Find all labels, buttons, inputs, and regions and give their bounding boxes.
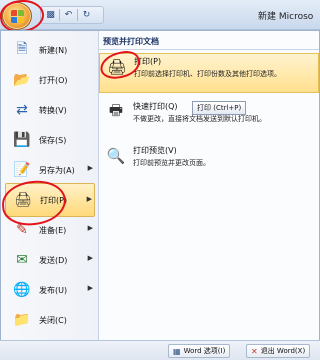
menu-item-save-as[interactable]: 📝 另存为(A) ▶: [5, 155, 95, 185]
open-folder-icon: 📂: [13, 72, 31, 88]
window-title: 新建 Microso: [258, 12, 314, 22]
shortcut-tooltip: 打印 (Ctrl+P): [192, 101, 247, 115]
print-submenu-pane: 预览并打印文档 🖨 打印(P) 打印前选择打印机、打印份数及其他打印选项。 🖶 …: [99, 31, 319, 341]
submenu-arrow-icon: ▶: [87, 284, 93, 292]
undo-icon[interactable]: ↶: [62, 9, 75, 22]
exit-icon: ✕: [251, 346, 258, 356]
menu-footer: ▦ Word 选项(I) ✕ 退出 Word(X): [0, 340, 320, 360]
exit-word-button[interactable]: ✕ 退出 Word(X): [246, 344, 311, 358]
quick-print-icon: 🖶: [108, 100, 124, 119]
options-icon: ▦: [173, 346, 181, 356]
qat-separator: [77, 9, 78, 21]
qat-separator: [59, 9, 60, 21]
new-doc-icon: 🗎: [16, 41, 28, 57]
menu-item-save[interactable]: 💾 保存(S): [5, 125, 95, 155]
menu-item-new[interactable]: 🗎 新建(N): [5, 35, 95, 65]
submenu-arrow-icon: ▶: [87, 224, 93, 232]
quick-access-toolbar: ▩ ↶ ↻: [40, 6, 104, 24]
word-options-button[interactable]: ▦ Word 选项(I): [168, 344, 231, 358]
close-folder-icon: 📁: [13, 312, 31, 328]
print-preview-icon: 🔍: [106, 147, 126, 165]
menu-item-close[interactable]: 📁 关闭(C): [5, 305, 95, 335]
convert-icon: ⇄: [16, 102, 28, 118]
save-icon[interactable]: ▩: [44, 9, 57, 22]
print-preview-option[interactable]: 🔍 打印预览(V) 打印前预览并更改页面。: [99, 143, 319, 183]
publish-icon: 🌐: [13, 282, 31, 298]
menu-item-send[interactable]: ✉ 发送(D) ▶: [5, 245, 95, 275]
menu-item-publish[interactable]: 🌐 发布(U) ▶: [5, 275, 95, 305]
title-bar: ▩ ↶ ↻ 新建 Microso: [0, 0, 320, 30]
send-icon: ✉: [16, 252, 28, 268]
submenu-arrow-icon: ▶: [87, 164, 93, 172]
submenu-arrow-icon: ▶: [86, 195, 92, 203]
menu-item-convert[interactable]: ⇄ 转换(V): [5, 95, 95, 125]
menu-item-open[interactable]: 📂 打开(O): [5, 65, 95, 95]
save-icon: 💾: [13, 132, 31, 148]
save-as-icon: 📝: [13, 162, 31, 178]
submenu-arrow-icon: ▶: [87, 254, 93, 262]
submenu-heading: 预览并打印文档: [99, 36, 319, 50]
redo-icon[interactable]: ↻: [80, 9, 93, 22]
